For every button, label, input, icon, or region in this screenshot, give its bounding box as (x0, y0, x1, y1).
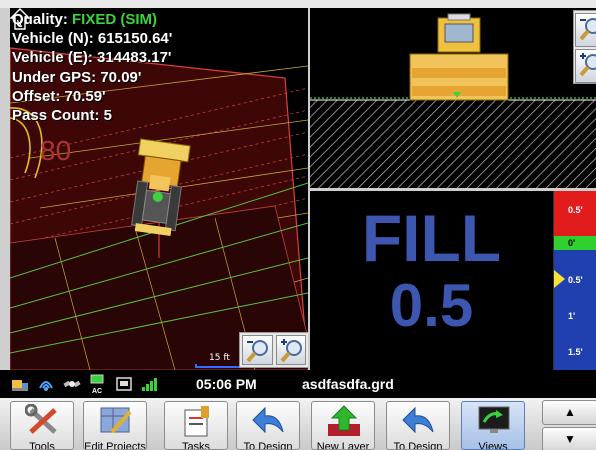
scale-label: 15 ft (209, 353, 230, 363)
zoom-in-icon (579, 53, 596, 77)
status-time: 05:06 PM (196, 376, 257, 392)
scale-line (195, 364, 243, 368)
to-design-button[interactable]: To Design (386, 401, 450, 450)
status-bar: AC 05:06 PM asdfasdfa.grd (0, 370, 596, 398)
tools-icon (25, 404, 57, 434)
to-design-button[interactable]: To Design (236, 401, 300, 450)
tasks-icon (184, 406, 209, 437)
tools-label: Tools (29, 441, 55, 450)
back-arrow-icon (402, 406, 434, 434)
bottom-toolbar: Tools Edit Projects Tasks To Design New … (0, 398, 596, 450)
cut-fill-label: FILL (361, 201, 502, 275)
edit-projects-label: Edit Projects (84, 441, 146, 450)
svg-text:N: N (17, 19, 22, 27)
profile-zoom-in-button[interactable] (575, 49, 596, 83)
profile-zoom-controls (573, 10, 596, 84)
offset: Offset: 70.59' (12, 87, 106, 105)
views-icon (478, 406, 510, 433)
grade-lightbar: 0.5' 0' 0.5' 1' 1.5' (553, 191, 596, 370)
plan-zoom-out-button[interactable] (242, 335, 273, 365)
scroll-down-button[interactable]: ▼ (542, 427, 596, 450)
ac-label: AC (92, 388, 103, 395)
toolbar-scroll: ▲ ▼ (540, 398, 596, 450)
quality-value: FIXED (SIM) (72, 11, 158, 28)
lightbar-tick: 1.5' (568, 347, 583, 357)
cut-fill-display: FILL 0.5 (310, 191, 553, 370)
plan-view[interactable]: 80 Quality: FIXED (SIM) Vehicle (N): 615… (10, 8, 308, 370)
plan-zoom-controls (239, 332, 308, 368)
lightbar-indicator (554, 270, 565, 288)
to-design-label: To Design (243, 441, 293, 450)
tasks-button[interactable]: Tasks (164, 401, 228, 450)
battery-icon (90, 374, 104, 384)
plan-zoom-in-button[interactable] (275, 335, 306, 365)
back-arrow-icon (252, 406, 284, 434)
machine-icon[interactable] (10, 374, 30, 394)
dozer-front-icon (409, 13, 509, 101)
ac-power-icon[interactable]: AC (88, 374, 108, 395)
lightbar-tick: 0' (568, 238, 576, 248)
app-frame: 80 Quality: FIXED (SIM) Vehicle (N): 615… (0, 0, 596, 450)
status-file-name: asdfasdfa.grd (302, 376, 394, 392)
zoom-in-icon (279, 339, 302, 363)
contour-label: 80 (40, 135, 71, 166)
north-arrow-icon[interactable]: N (10, 8, 30, 30)
scale-bar: 15 ft (195, 353, 243, 369)
profile-zoom-out-button[interactable] (575, 13, 596, 47)
vehicle-north: Vehicle (N): 615150.64' (12, 30, 173, 48)
gps-signal-icon[interactable] (36, 374, 56, 394)
lightbar-tick: 1' (568, 311, 576, 321)
scroll-up-button[interactable]: ▲ (542, 400, 596, 425)
views-button[interactable]: Views (461, 401, 525, 450)
under-gps: Under GPS: 70.09' (12, 68, 142, 86)
new-layer-label: New Layer (316, 441, 370, 450)
pass-count: Pass Count: 5 (12, 107, 113, 125)
signal-strength-icon[interactable] (140, 374, 160, 394)
status-icons: AC (10, 374, 160, 395)
top-strip (0, 0, 596, 8)
new-layer-icon (328, 405, 360, 436)
tasks-label: Tasks (181, 441, 211, 450)
tools-button[interactable]: Tools (10, 401, 74, 450)
to-design-label: To Design (393, 441, 443, 450)
satellite-icon[interactable] (62, 374, 82, 394)
zoom-out-icon (246, 340, 268, 363)
lightbar-tick: 0.5' (568, 205, 583, 215)
vehicle-east: Vehicle (E): 314483.17' (12, 49, 172, 67)
radio-icon[interactable] (114, 374, 134, 394)
edit-projects-button[interactable]: Edit Projects (83, 401, 147, 450)
lightbar-tick: 0.5' (568, 275, 583, 285)
views-label: Views (478, 441, 508, 450)
position-info: Quality: FIXED (SIM) Vehicle (N): 615150… (12, 10, 172, 125)
zoom-out-icon (579, 18, 596, 41)
new-layer-button[interactable]: New Layer (311, 401, 375, 450)
edit-projects-icon (100, 407, 132, 434)
profile-graphic (310, 13, 596, 188)
quality-row: Quality: FIXED (SIM) (12, 10, 172, 29)
cut-fill-value: 0.5 (389, 272, 474, 339)
profile-view[interactable] (310, 8, 596, 188)
